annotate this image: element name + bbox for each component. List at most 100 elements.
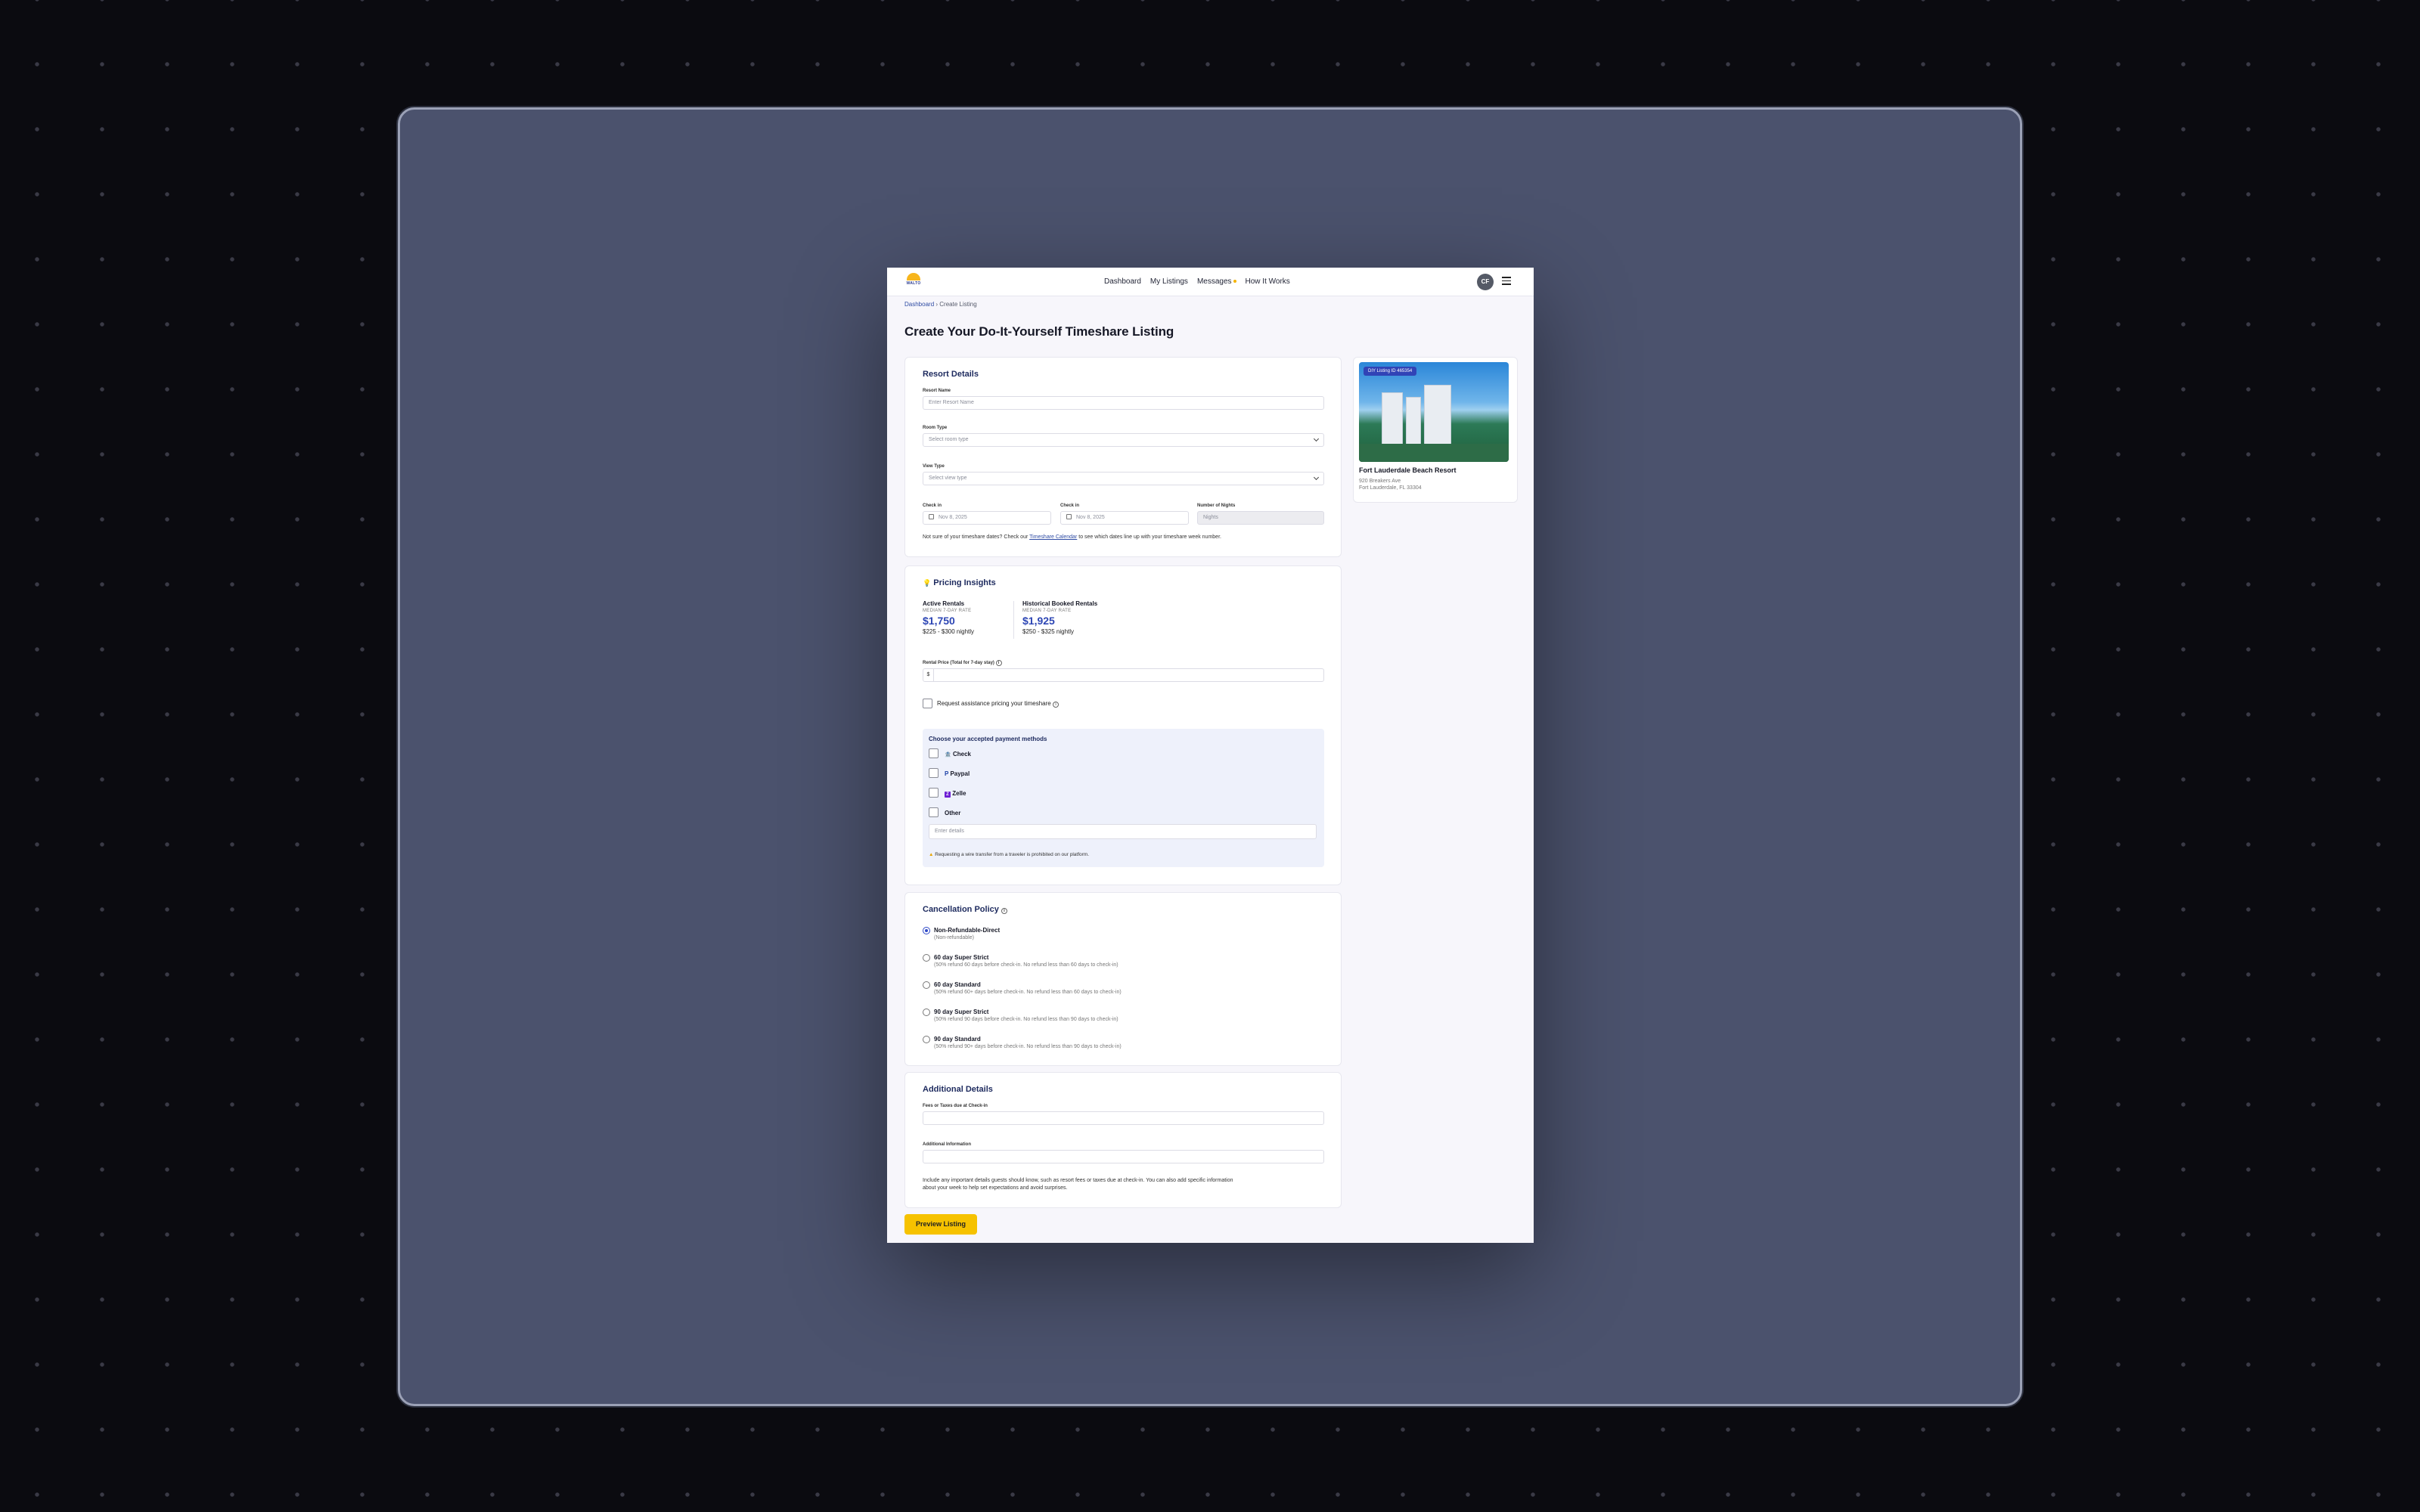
additional-note: Include any important details guests sho… [923, 1178, 1233, 1183]
checkin2-label: Check in [1060, 503, 1080, 508]
breadcrumb-current: Create Listing [939, 301, 977, 308]
other-checkbox[interactable] [929, 807, 939, 817]
cancellation-title: Cancellation Policy i [923, 905, 1007, 914]
rental-price-label: Rental Price (Total for 7-day stay) i [923, 660, 1002, 666]
info-icon[interactable]: i [1001, 908, 1007, 914]
historical-nightly-range: $250 - $325 nightly [1022, 628, 1075, 635]
additional-details-title: Additional Details [923, 1085, 993, 1094]
listing-address-line1: 920 Breakers Ave [1359, 479, 1401, 484]
listing-resort-name: Fort Lauderdale Beach Resort [1359, 466, 1457, 474]
option-name: 90 day Super Strict [934, 1009, 989, 1015]
radio-60-super-strict[interactable] [923, 954, 930, 962]
payment-methods-title: Choose your accepted payment methods [929, 736, 1047, 742]
active-nightly-range: $225 - $300 nightly [923, 628, 975, 635]
warning-icon: ▲ [929, 852, 934, 857]
option-desc: (50% refund 60 days before check-in. No … [934, 962, 1118, 968]
bank-icon: 🏦 [945, 752, 951, 758]
other-option: Other [945, 810, 961, 816]
historical-rentals-title: Historical Booked Rentals [1022, 600, 1098, 607]
lightbulb-icon: 💡 [923, 579, 932, 587]
additional-info-input[interactable] [923, 1150, 1324, 1163]
resort-photo: DIY Listing ID 465354 [1359, 362, 1509, 462]
checkin-label: Check in [923, 503, 942, 508]
paypal-checkbox[interactable] [929, 768, 939, 778]
checkin-date-field[interactable]: Nov 8, 2025 [923, 511, 1051, 525]
additional-details-card: Additional Details Fees or Taxes due at … [904, 1072, 1342, 1208]
cancellation-card: Cancellation Policy i Non-Refundable-Dir… [904, 892, 1342, 1066]
option-name: 60 day Standard [934, 981, 981, 988]
radio-90-super-strict[interactable] [923, 1009, 930, 1016]
rental-price-input[interactable]: $ [923, 668, 1324, 682]
pricing-title: 💡 Pricing Insights [923, 578, 996, 587]
zelle-option: Z Zelle [945, 790, 966, 798]
view-type-select[interactable]: Select view type [923, 472, 1324, 485]
nights-input[interactable]: Nights [1197, 511, 1324, 525]
nav-messages[interactable]: Messages [1197, 277, 1236, 286]
brand-logo[interactable]: WALTO [904, 273, 923, 291]
info-icon[interactable]: i [995, 660, 1002, 666]
room-type-select[interactable]: Select room type [923, 433, 1324, 447]
top-nav: WALTO Dashboard My Listings Messages How… [887, 268, 1534, 296]
check-checkbox[interactable] [929, 748, 939, 758]
breadcrumb-dashboard[interactable]: Dashboard [904, 301, 934, 308]
calendar-icon [929, 514, 934, 519]
option-desc: (50% refund 60+ days before check-in. No… [934, 990, 1122, 995]
unread-dot-icon [1233, 280, 1236, 284]
resort-name-label: Resort Name [923, 389, 951, 393]
listing-address-line2: Fort Lauderdale, FL 33304 [1359, 485, 1422, 491]
additional-info-label: Additional Information [923, 1142, 971, 1147]
radio-non-refundable[interactable] [923, 927, 930, 934]
nav-dashboard[interactable]: Dashboard [1104, 277, 1141, 286]
breadcrumb-sep: › [935, 301, 939, 308]
assist-pricing-label: Request assistance pricing your timeshar… [937, 700, 1059, 708]
nav-links: Dashboard My Listings Messages How It Wo… [1104, 277, 1290, 286]
zelle-icon: Z [945, 792, 951, 798]
active-rentals-title: Active Rentals [923, 600, 965, 607]
zelle-checkbox[interactable] [929, 788, 939, 798]
calendar-icon [1066, 514, 1072, 519]
check-option: 🏦 Check [945, 751, 971, 758]
info-icon[interactable]: i [1052, 702, 1059, 708]
nights-label: Number of Nights [1197, 503, 1236, 508]
option-name: 60 day Super Strict [934, 954, 989, 961]
logo-sun-icon [907, 273, 920, 280]
historical-median-price: $1,925 [1022, 615, 1055, 627]
resort-name-input[interactable]: Enter Resort Name [923, 396, 1324, 410]
page-title: Create Your Do-It-Yourself Timeshare Lis… [904, 324, 1174, 339]
resort-details-title: Resort Details [923, 370, 979, 379]
option-name: 90 day Standard [934, 1036, 981, 1043]
app-page: WALTO Dashboard My Listings Messages How… [887, 268, 1534, 1243]
additional-note: about your week to help set expectations… [923, 1185, 1068, 1191]
nav-how-it-works[interactable]: How It Works [1246, 277, 1290, 286]
radio-60-standard[interactable] [923, 981, 930, 989]
payment-methods-panel: Choose your accepted payment methods 🏦 C… [923, 729, 1324, 867]
option-desc: (50% refund 90 days before check-in. No … [934, 1017, 1118, 1022]
hamburger-menu-icon[interactable] [1502, 277, 1511, 286]
active-median-price: $1,750 [923, 615, 955, 627]
view-type-label: View Type [923, 464, 945, 469]
fees-label: Fees or Taxes due at Check-in [923, 1104, 988, 1108]
listing-id-badge: DIY Listing ID 465354 [1364, 367, 1417, 376]
divider [1013, 601, 1014, 639]
historical-median-label: MEDIAN 7-DAY RATE [1022, 609, 1072, 613]
timeshare-calendar-link[interactable]: Timeshare Calendar [1029, 534, 1077, 540]
preview-listing-button[interactable]: Preview Listing [904, 1214, 977, 1235]
breadcrumb: Dashboard › Create Listing [904, 301, 977, 308]
calendar-hint: Not sure of your timeshare dates? Check … [923, 534, 1221, 540]
paypal-icon: P [945, 770, 949, 777]
radio-90-standard[interactable] [923, 1036, 930, 1043]
active-median-label: MEDIAN 7-DAY RATE [923, 609, 972, 613]
fees-input[interactable] [923, 1111, 1324, 1125]
assist-pricing-checkbox[interactable] [923, 699, 932, 708]
pricing-card: 💡 Pricing Insights Active Rentals MEDIAN… [904, 565, 1342, 885]
avatar[interactable]: CF [1477, 274, 1494, 290]
chevron-down-icon [1313, 474, 1320, 481]
currency-prefix: $ [923, 669, 934, 681]
payment-details-input[interactable]: Enter details [929, 824, 1317, 839]
option-desc: (Non-refundable) [934, 935, 974, 940]
nav-my-listings[interactable]: My Listings [1150, 277, 1188, 286]
wire-transfer-warning: ▲ Requesting a wire transfer from a trav… [929, 852, 1090, 857]
resort-details-card: Resort Details Resort Name Enter Resort … [904, 357, 1342, 557]
checkout-date-field[interactable]: Nov 8, 2025 [1060, 511, 1189, 525]
paypal-option: P Paypal [945, 770, 970, 777]
